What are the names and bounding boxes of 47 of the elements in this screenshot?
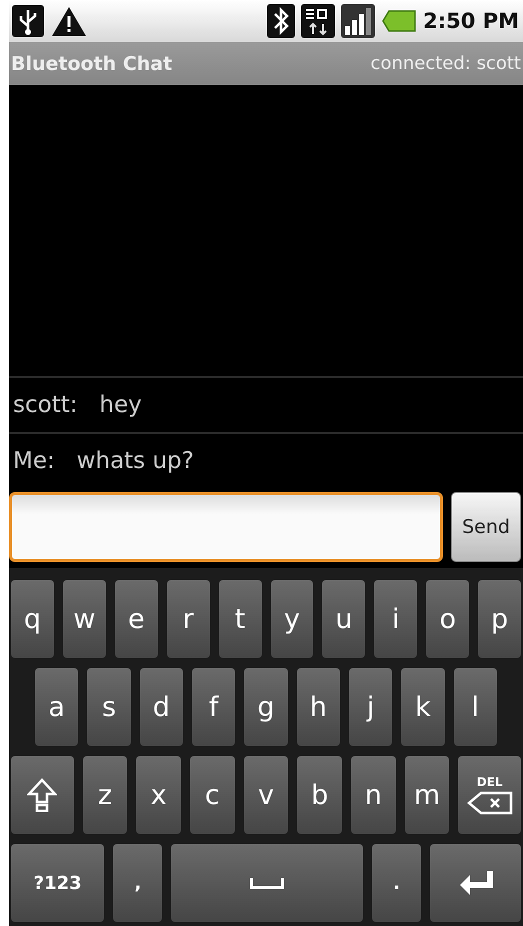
letter-key[interactable]: p [478, 580, 522, 658]
punctuation-key[interactable]: . [372, 844, 422, 922]
letter-key[interactable]: u [322, 580, 366, 658]
letter-key[interactable]: g [244, 668, 288, 746]
letter-key[interactable]: i [374, 580, 418, 658]
letter-key[interactable]: o [426, 580, 470, 658]
bluetooth-icon [267, 4, 296, 38]
space-icon [250, 878, 284, 888]
delete-label: DEL [476, 775, 503, 789]
shift-key[interactable] [11, 756, 74, 834]
shift-icon [27, 778, 58, 812]
letter-key[interactable]: m [404, 756, 450, 834]
usb-icon [11, 4, 45, 38]
delete-key[interactable]: DEL [458, 756, 521, 834]
letter-key[interactable]: x [136, 756, 181, 834]
letter-key[interactable]: j [348, 668, 392, 746]
app-title: Bluetooth Chat [11, 52, 172, 74]
punctuation-key[interactable]: , [113, 844, 162, 922]
enter-key[interactable] [430, 844, 522, 922]
symbols-key[interactable]: ?123 [11, 844, 104, 922]
letter-key[interactable]: t [218, 580, 262, 658]
letter-key[interactable]: w [62, 580, 106, 658]
backspace-icon [466, 791, 513, 815]
letter-key[interactable]: e [114, 580, 158, 658]
signal-icon [341, 4, 376, 38]
clock-time: 2:50 PM [423, 9, 519, 33]
battery-icon [381, 9, 418, 33]
letter-key[interactable]: k [401, 668, 445, 746]
message-input-field[interactable] [9, 492, 443, 562]
letter-key[interactable]: l [454, 668, 497, 746]
letter-key[interactable]: f [192, 668, 236, 746]
warning-icon [51, 5, 87, 37]
chat-message: scott: hey [9, 376, 523, 432]
letter-key[interactable]: s [87, 668, 131, 746]
letter-key[interactable]: a [35, 668, 78, 746]
letter-key[interactable]: z [82, 756, 128, 834]
letter-key[interactable]: r [166, 580, 210, 658]
letter-key[interactable]: v [244, 756, 288, 834]
connection-status: connected: scott [370, 53, 521, 74]
letter-key[interactable]: d [140, 668, 183, 746]
letter-key[interactable]: q [11, 580, 54, 658]
letter-key[interactable]: c [190, 756, 235, 834]
send-button[interactable]: Send [451, 492, 521, 562]
letter-key[interactable]: y [270, 580, 314, 658]
letter-key[interactable]: n [351, 756, 396, 834]
letter-key[interactable]: h [296, 668, 340, 746]
letter-key[interactable]: b [297, 756, 342, 834]
